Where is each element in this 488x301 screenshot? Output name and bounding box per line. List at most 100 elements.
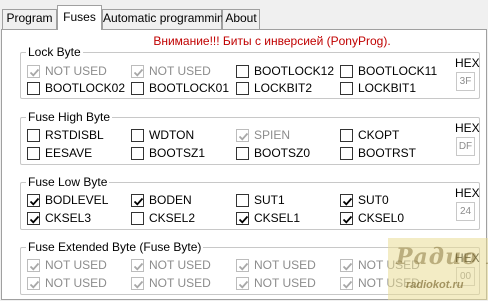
fuse-label: BOOTLOCK01	[149, 81, 230, 95]
fuse-label: NOT USED	[149, 276, 211, 290]
hex-value-field: DF	[456, 137, 475, 156]
group-fuse-high-byte: Fuse High Byte RSTDISBL WDTON SPIEN CKOP…	[20, 110, 480, 165]
checkbox-box[interactable]	[236, 277, 249, 290]
hex-value-field: 00	[456, 267, 475, 286]
tab-about[interactable]: About	[222, 9, 260, 29]
group-fuse-extended-byte: Fuse Extended Byte (Fuse Byte) NOT USED …	[20, 240, 480, 295]
checkmark-icon	[29, 197, 40, 206]
checkbox-box[interactable]	[27, 194, 40, 207]
checkbox-box[interactable]	[27, 277, 40, 290]
checkbox-box[interactable]	[27, 82, 40, 95]
checkbox-box[interactable]	[340, 65, 353, 78]
fuse-label: CKOPT	[358, 128, 400, 142]
checkmark-icon	[29, 262, 40, 271]
fuse-label: BOOTSZ0	[254, 146, 311, 160]
fuse-label: BOOTLOCK11	[358, 64, 438, 78]
hex-label: HEX	[455, 251, 480, 265]
fuse-label: BOOTRST	[358, 146, 417, 160]
fuse-label: BODLEVEL	[45, 193, 109, 207]
checkbox-box[interactable]	[236, 129, 249, 142]
checkbox-box[interactable]	[236, 194, 249, 207]
checkbox-box[interactable]	[131, 82, 144, 95]
hex-label: HEX	[455, 56, 480, 70]
checkmark-icon	[238, 262, 249, 271]
checkmark-icon	[133, 262, 144, 271]
fuse-label: SUT1	[254, 193, 285, 207]
tab-automatic-programming[interactable]: Automatic programming	[102, 9, 230, 29]
fuse-label: NOT USED	[45, 276, 107, 290]
fuse-label: BOOTLOCK12	[254, 64, 335, 78]
checkbox-box[interactable]	[27, 65, 40, 78]
hex-value-field: 24	[456, 202, 475, 221]
fuse-label: BOOTLOCK02	[45, 81, 126, 95]
checkbox-box[interactable]	[131, 129, 144, 142]
fuse-label: BOOTSZ1	[149, 146, 206, 160]
checkmark-icon	[133, 280, 144, 289]
fuse-label: EESAVE	[45, 146, 93, 160]
hex-value-field: 3F	[456, 72, 475, 91]
group-fuse-low-byte: Fuse Low Byte BODLEVEL BODEN SUT1 SUT0 C…	[20, 175, 480, 230]
group-title: Lock Byte	[26, 45, 83, 59]
tab-bar: Program Fuses Automatic programming Abou…	[0, 0, 488, 30]
tab-program[interactable]: Program	[2, 9, 57, 29]
fuse-label: NOT USED	[149, 64, 211, 78]
fuse-label: NOT USED	[254, 258, 316, 272]
checkmark-icon	[342, 262, 353, 271]
checkbox-box[interactable]	[27, 212, 40, 225]
fuse-label: LOCKBIT2	[254, 81, 313, 95]
checkbox-box[interactable]	[236, 65, 249, 78]
fuse-label: NOT USED	[358, 258, 420, 272]
checkbox-box[interactable]	[131, 65, 144, 78]
fuse-label: CKSEL0	[358, 211, 405, 225]
fuse-label: RSTDISBL	[45, 128, 104, 142]
checkbox-box[interactable]	[131, 212, 144, 225]
fuse-label: SPIEN	[254, 128, 291, 142]
checkbox-box[interactable]	[236, 259, 249, 272]
fuse-label: SUT0	[358, 193, 389, 207]
checkbox-box[interactable]	[236, 82, 249, 95]
checkmark-icon	[342, 215, 353, 224]
checkbox-box[interactable]	[131, 147, 144, 160]
fuse-label: NOT USED	[358, 276, 420, 290]
checkmark-icon	[238, 215, 249, 224]
fuse-label: LOCKBIT1	[358, 81, 417, 95]
hex-label: HEX	[455, 121, 480, 135]
checkbox-box[interactable]	[340, 147, 353, 160]
checkbox-box[interactable]	[27, 129, 40, 142]
checkbox-box[interactable]	[340, 259, 353, 272]
fuse-label: NOT USED	[254, 276, 316, 290]
checkbox-box[interactable]	[236, 212, 249, 225]
checkbox-box[interactable]	[27, 147, 40, 160]
checkmark-icon	[29, 215, 40, 224]
checkbox-box[interactable]	[340, 212, 353, 225]
checkbox-box[interactable]	[340, 129, 353, 142]
fuses-panel: Внимание!!! Биты с инверсией (PonyProg).…	[1, 29, 487, 300]
checkmark-icon	[238, 132, 249, 141]
group-title: Fuse High Byte	[26, 110, 113, 124]
checkbox-box[interactable]	[340, 82, 353, 95]
fuse-label: CKSEL1	[254, 211, 301, 225]
fuse-label: NOT USED	[45, 64, 107, 78]
checkbox-box[interactable]	[340, 277, 353, 290]
tab-fuses[interactable]: Fuses	[57, 5, 102, 30]
checkbox-box[interactable]	[27, 259, 40, 272]
checkbox-box[interactable]	[340, 194, 353, 207]
checkbox-box[interactable]	[131, 277, 144, 290]
fuse-label: BODEN	[149, 193, 192, 207]
checkbox-box[interactable]	[131, 259, 144, 272]
checkbox-box[interactable]	[131, 194, 144, 207]
fuse-label: CKSEL3	[45, 211, 92, 225]
checkmark-icon	[342, 197, 353, 206]
checkbox-box[interactable]	[236, 147, 249, 160]
checkmark-icon	[342, 280, 353, 289]
hex-label: HEX	[455, 186, 480, 200]
fuse-label: WDTON	[149, 128, 195, 142]
checkmark-icon	[133, 197, 144, 206]
group-lock-byte: Lock Byte NOT USED NOT USED BOOTLOCK12 B…	[20, 45, 480, 99]
fuse-label: CKSEL2	[149, 211, 196, 225]
checkmark-icon	[29, 68, 40, 77]
group-title: Fuse Extended Byte (Fuse Byte)	[26, 240, 204, 254]
checkmark-icon	[29, 280, 40, 289]
fuse-label: NOT USED	[149, 258, 211, 272]
checkmark-icon	[133, 68, 144, 77]
